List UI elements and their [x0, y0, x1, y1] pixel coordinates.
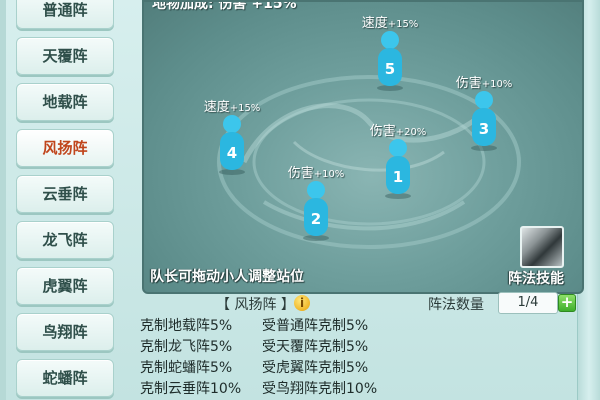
formation-button-niaoxiang[interactable]: 鸟翔阵	[16, 313, 114, 351]
figure-3: 3	[471, 91, 497, 151]
svg-text:1: 1	[393, 168, 403, 186]
effect-row: 克制地载阵5% 受普通阵克制5%	[140, 316, 377, 337]
svg-text:3: 3	[479, 120, 489, 138]
formation-button-putong[interactable]: 普通阵	[16, 0, 114, 29]
restrained-text: 受天覆阵克制5%	[262, 339, 369, 355]
slot-1-label: 伤害+20%	[369, 124, 427, 139]
info-icon[interactable]: i	[294, 295, 310, 311]
effect-row: 克制云垂阵10% 受鸟翔阵克制10%	[140, 379, 377, 400]
plus-icon[interactable]: +	[558, 294, 576, 312]
formation-skill-icon[interactable]	[520, 226, 564, 268]
figure-4: 4	[219, 115, 245, 175]
formation-effects-list: 克制地载阵5% 受普通阵克制5% 克制龙飞阵5% 受天覆阵克制5% 克制蛇蟠阵5% 受…	[140, 316, 377, 400]
drag-hint-text: 队长可拖动小人调整站位	[150, 269, 304, 285]
formation-button-fengyang[interactable]: 风扬阵	[16, 129, 114, 167]
restrain-text: 克制蛇蟠阵5%	[140, 360, 233, 376]
figure-5: 5	[377, 31, 403, 91]
effect-row: 克制龙飞阵5% 受天覆阵克制5%	[140, 337, 377, 358]
slot-5-label: 速度+15%	[361, 16, 419, 31]
formation-slot-4[interactable]: 速度+15% 4	[192, 96, 272, 186]
formation-info-panel: 【 风扬阵 】 i 阵法数量 1/4 + 克制地载阵5% 受普通阵克制5% 克制龙…	[136, 290, 580, 400]
formation-button-tianfu[interactable]: 天覆阵	[16, 37, 114, 75]
window-left-border	[0, 0, 6, 400]
formation-slot-3[interactable]: 伤害+10% 3	[444, 72, 524, 162]
svg-text:2: 2	[311, 210, 321, 228]
svg-text:5: 5	[385, 60, 395, 78]
slot-3-label: 伤害+10%	[455, 76, 513, 91]
formation-button-yunchui[interactable]: 云垂阵	[16, 175, 114, 213]
restrained-text: 受鸟翔阵克制10%	[262, 381, 378, 397]
formation-board: 地物加成: 伤害 +15% 速度+15% 5 伤害+10% 3 速度+15% 4	[142, 0, 584, 294]
formation-button-longfei[interactable]: 龙飞阵	[16, 221, 114, 259]
formation-slot-2[interactable]: 伤害+10% 2	[276, 162, 356, 252]
figure-2: 2	[303, 181, 329, 241]
restrained-text: 受普通阵克制5%	[262, 318, 369, 334]
formation-skill-label: 阵法技能	[508, 271, 564, 287]
restrained-text: 受虎翼阵克制5%	[262, 360, 369, 376]
restrain-text: 克制云垂阵10%	[140, 381, 242, 397]
restrain-text: 克制龙飞阵5%	[140, 339, 233, 355]
slot-2-label: 伤害+10%	[287, 166, 345, 181]
board-bonus-title: 地物加成: 伤害 +15%	[152, 0, 297, 12]
formation-button-shepan[interactable]: 蛇蟠阵	[16, 359, 114, 397]
figure-1: 1	[385, 139, 411, 199]
formation-name-title: 【 风扬阵 】	[216, 297, 295, 313]
formation-slot-5[interactable]: 速度+15% 5	[350, 12, 430, 102]
formation-list: 普通阵 天覆阵 地载阵 风扬阵 云垂阵 龙飞阵 虎翼阵 鸟翔阵 蛇蟠阵	[16, 0, 116, 400]
formation-count-label: 阵法数量	[428, 297, 484, 313]
svg-text:4: 4	[227, 144, 237, 162]
formation-button-huyi[interactable]: 虎翼阵	[16, 267, 114, 305]
slot-4-label: 速度+15%	[203, 100, 261, 115]
restrain-text: 克制地载阵5%	[140, 318, 233, 334]
effect-row: 克制蛇蟠阵5% 受虎翼阵克制5%	[140, 358, 377, 379]
formation-button-dizai[interactable]: 地载阵	[16, 83, 114, 121]
formation-count-value: 1/4	[498, 292, 558, 314]
formation-slot-1[interactable]: 伤害+20% 1	[358, 120, 438, 210]
